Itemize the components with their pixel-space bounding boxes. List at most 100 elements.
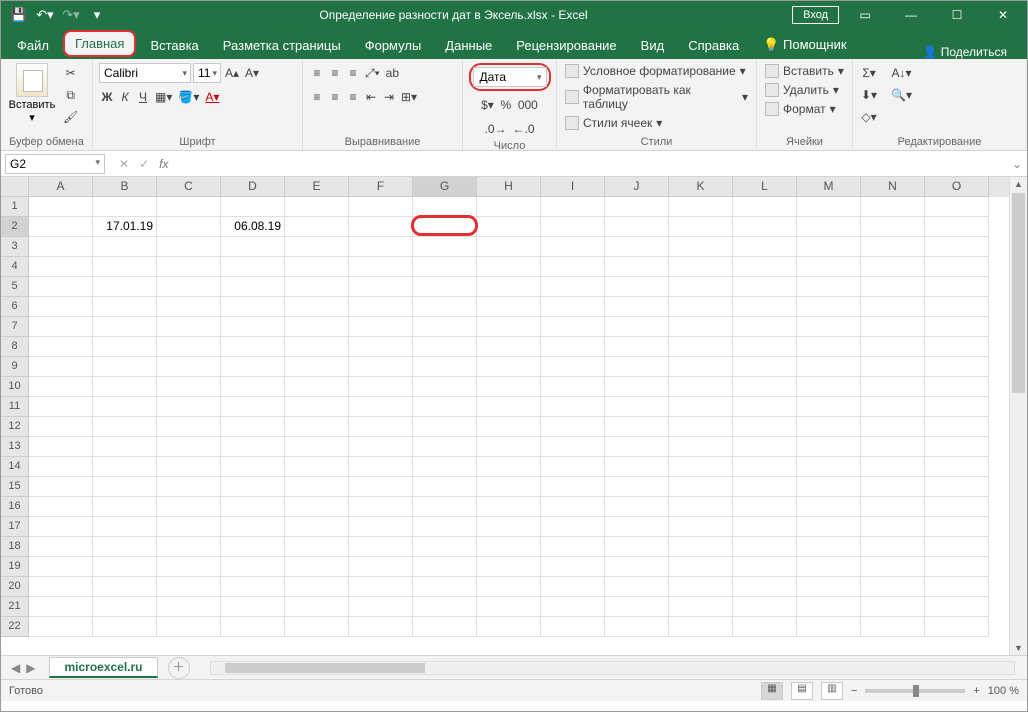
tab-file[interactable]: Файл — [5, 32, 61, 59]
cell-N20[interactable] — [861, 577, 925, 597]
cell-M19[interactable] — [797, 557, 861, 577]
cell-L19[interactable] — [733, 557, 797, 577]
cell-A15[interactable] — [29, 477, 93, 497]
cell-A20[interactable] — [29, 577, 93, 597]
cell-E4[interactable] — [285, 257, 349, 277]
cell-F8[interactable] — [349, 337, 413, 357]
cell-G15[interactable] — [413, 477, 477, 497]
cell-E12[interactable] — [285, 417, 349, 437]
cell-B8[interactable] — [93, 337, 157, 357]
fill-color-icon[interactable]: 🪣▾ — [176, 87, 201, 107]
orientation-icon[interactable]: ⤢▾ — [363, 63, 382, 83]
scroll-up-icon[interactable]: ▲ — [1010, 179, 1027, 189]
cell-F7[interactable] — [349, 317, 413, 337]
cell-I21[interactable] — [541, 597, 605, 617]
align-left-icon[interactable]: ≡ — [309, 87, 325, 107]
cell-F11[interactable] — [349, 397, 413, 417]
cell-J12[interactable] — [605, 417, 669, 437]
cell-N22[interactable] — [861, 617, 925, 637]
row-header-18[interactable]: 18 — [1, 537, 29, 557]
cell-K19[interactable] — [669, 557, 733, 577]
cell-H6[interactable] — [477, 297, 541, 317]
scroll-down-icon[interactable]: ▼ — [1010, 643, 1027, 653]
sheet-nav-prev-icon[interactable]: ◀ — [11, 661, 20, 675]
cell-L8[interactable] — [733, 337, 797, 357]
cell-N14[interactable] — [861, 457, 925, 477]
cell-B7[interactable] — [93, 317, 157, 337]
cell-C9[interactable] — [157, 357, 221, 377]
cell-I5[interactable] — [541, 277, 605, 297]
cell-C1[interactable] — [157, 197, 221, 217]
cell-F3[interactable] — [349, 237, 413, 257]
qat-customize-icon[interactable]: ▾ — [85, 3, 109, 27]
cell-A14[interactable] — [29, 457, 93, 477]
sort-filter-icon[interactable]: A↓▾ — [889, 63, 914, 83]
cell-D6[interactable] — [221, 297, 285, 317]
cell-F9[interactable] — [349, 357, 413, 377]
row-header-21[interactable]: 21 — [1, 597, 29, 617]
cell-L14[interactable] — [733, 457, 797, 477]
cell-M7[interactable] — [797, 317, 861, 337]
align-right-icon[interactable]: ≡ — [345, 87, 361, 107]
tab-formulas[interactable]: Формулы — [353, 32, 434, 59]
cell-O3[interactable] — [925, 237, 989, 257]
cell-D9[interactable] — [221, 357, 285, 377]
cell-L1[interactable] — [733, 197, 797, 217]
undo-icon[interactable]: ↶▾ — [33, 3, 57, 27]
cell-L4[interactable] — [733, 257, 797, 277]
row-header-16[interactable]: 16 — [1, 497, 29, 517]
cell-C14[interactable] — [157, 457, 221, 477]
cell-B10[interactable] — [93, 377, 157, 397]
cell-A4[interactable] — [29, 257, 93, 277]
cell-D5[interactable] — [221, 277, 285, 297]
cell-I1[interactable] — [541, 197, 605, 217]
cell-G3[interactable] — [413, 237, 477, 257]
cell-F20[interactable] — [349, 577, 413, 597]
cell-G2[interactable] — [413, 217, 477, 237]
cell-B6[interactable] — [93, 297, 157, 317]
formula-input[interactable] — [178, 162, 1007, 166]
cell-H16[interactable] — [477, 497, 541, 517]
cell-K21[interactable] — [669, 597, 733, 617]
cell-M5[interactable] — [797, 277, 861, 297]
sheet-tab-active[interactable]: microexcel.ru — [49, 657, 157, 678]
cell-K9[interactable] — [669, 357, 733, 377]
tab-insert[interactable]: Вставка — [138, 32, 210, 59]
cell-A18[interactable] — [29, 537, 93, 557]
cell-G10[interactable] — [413, 377, 477, 397]
cell-B3[interactable] — [93, 237, 157, 257]
cell-L16[interactable] — [733, 497, 797, 517]
cell-A10[interactable] — [29, 377, 93, 397]
row-header-7[interactable]: 7 — [1, 317, 29, 337]
cell-D21[interactable] — [221, 597, 285, 617]
cell-G18[interactable] — [413, 537, 477, 557]
cell-H17[interactable] — [477, 517, 541, 537]
tab-review[interactable]: Рецензирование — [504, 32, 628, 59]
cell-K5[interactable] — [669, 277, 733, 297]
cell-F21[interactable] — [349, 597, 413, 617]
cell-I10[interactable] — [541, 377, 605, 397]
cell-L5[interactable] — [733, 277, 797, 297]
cell-A22[interactable] — [29, 617, 93, 637]
cell-F2[interactable] — [349, 217, 413, 237]
maximize-icon[interactable]: ☐ — [937, 1, 977, 29]
cell-L2[interactable] — [733, 217, 797, 237]
format-painter-icon[interactable]: 🖌 — [61, 107, 80, 127]
cell-I8[interactable] — [541, 337, 605, 357]
select-all-corner[interactable] — [1, 177, 29, 197]
cell-B2[interactable]: 17.01.19 — [93, 217, 157, 237]
cell-E10[interactable] — [285, 377, 349, 397]
cell-C12[interactable] — [157, 417, 221, 437]
cell-E20[interactable] — [285, 577, 349, 597]
cell-N1[interactable] — [861, 197, 925, 217]
horizontal-scrollbar[interactable] — [210, 661, 1015, 675]
merge-icon[interactable]: ⊞▾ — [399, 87, 419, 107]
cell-B1[interactable] — [93, 197, 157, 217]
cell-M12[interactable] — [797, 417, 861, 437]
cell-F22[interactable] — [349, 617, 413, 637]
cell-E21[interactable] — [285, 597, 349, 617]
column-header-L[interactable]: L — [733, 177, 797, 197]
cell-N19[interactable] — [861, 557, 925, 577]
cell-A21[interactable] — [29, 597, 93, 617]
cell-C6[interactable] — [157, 297, 221, 317]
